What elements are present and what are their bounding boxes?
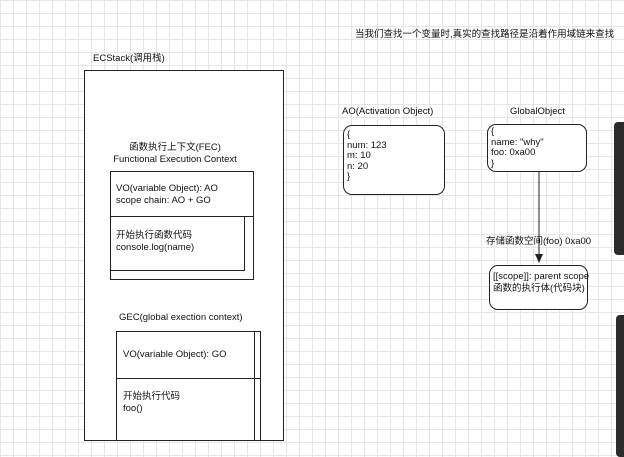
fec-title-cn: 函数执行上下文(FEC)	[129, 142, 221, 153]
func-storage-content: [[scope]]: parent scope 函数的执行体(代码块)	[493, 271, 589, 295]
fec-scope-chain-line: scope chain: AO + GO	[116, 195, 211, 206]
global-object-line: {	[491, 126, 495, 137]
ao-line: n: 20	[347, 160, 369, 172]
header-note: 当我们查找一个变量时,真实的查找路径是沿着作用域链来查找	[355, 29, 615, 40]
global-object-line: foo: 0xa00	[491, 147, 536, 158]
gec-code-line: 开始执行代码	[123, 391, 181, 402]
gec-vo-line: VO(variable Object): GO	[123, 349, 227, 360]
ao-content: { num: 123 m: 10 n: 20 }	[347, 129, 387, 183]
gec-title: GEC(global exection context)	[119, 312, 243, 323]
gec-divider	[116, 378, 261, 379]
ao-line: m: 10	[347, 150, 371, 161]
pointer-arrow	[535, 172, 543, 263]
global-object-line: }	[491, 157, 495, 169]
func-storage-label: 存储函数空间(foo) 0xa00	[486, 236, 592, 247]
ecstack-title: ECStack(调用栈)	[93, 53, 165, 64]
func-body-line: 函数的执行体(代码块)	[493, 283, 585, 294]
gec-box	[116, 331, 261, 441]
func-scope-line: [[scope]]: parent scope	[493, 271, 590, 282]
fec-inner-bottom	[110, 270, 245, 271]
fec-inner-line	[244, 216, 245, 270]
fec-divider	[110, 216, 254, 217]
ao-line: }	[347, 171, 351, 182]
ao-title: AO(Activation Object)	[342, 106, 434, 117]
fec-title-en: Functional Execution Context	[113, 154, 237, 165]
ao-line: {	[347, 129, 351, 140]
gec-code-block: 开始执行代码 foo()	[123, 391, 180, 415]
right-edge-handle-top[interactable]	[614, 122, 624, 255]
right-edge-handle-bottom[interactable]	[616, 315, 624, 457]
fec-code-block: 开始执行函数代码 console.log(name)	[116, 230, 194, 254]
global-object-title: GlobalObject	[510, 106, 565, 117]
fec-code-line: console.log(name)	[116, 242, 195, 253]
fec-vo-block: VO(variable Object): AO scope chain: AO …	[116, 183, 218, 207]
global-object-content: { name: "why" foo: 0xa00 }	[491, 126, 544, 169]
fec-code-line: 开始执行函数代码	[116, 230, 193, 241]
fec-vo-line: VO(variable Object): AO	[116, 183, 218, 194]
gec-inner-line	[254, 331, 255, 441]
gec-code-line: foo()	[123, 403, 143, 414]
